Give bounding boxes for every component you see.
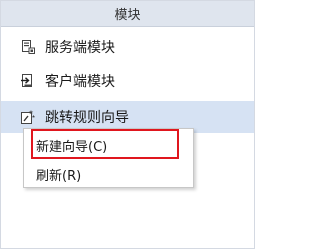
tree-item-server-module[interactable]: 服务端模块: [1, 31, 254, 63]
tree-item-client-module[interactable]: 客户端模块: [1, 65, 254, 97]
tree-item-label: 服务端模块: [45, 40, 115, 56]
menu-item-refresh[interactable]: 刷新(R): [24, 160, 193, 188]
menu-item-label: 新建向导(C): [36, 139, 108, 155]
context-menu: 新建向导(C) 刷新(R): [23, 128, 194, 188]
server-module-icon: [19, 38, 37, 56]
panel-header: 模块: [1, 1, 254, 27]
module-panel: 模块 服务端模块 客户端模块 跳转规则向导 新建向导(C) 刷新(R): [0, 0, 255, 249]
redirect-wizard-icon: [19, 108, 37, 126]
panel-title: 模块: [114, 8, 141, 23]
tree-item-label: 客户端模块: [45, 74, 115, 90]
menu-item-new-wizard[interactable]: 新建向导(C): [24, 131, 193, 159]
menu-item-label: 刷新(R): [36, 168, 82, 184]
tree-item-label: 跳转规则向导: [45, 110, 129, 126]
client-module-icon: [19, 72, 37, 90]
